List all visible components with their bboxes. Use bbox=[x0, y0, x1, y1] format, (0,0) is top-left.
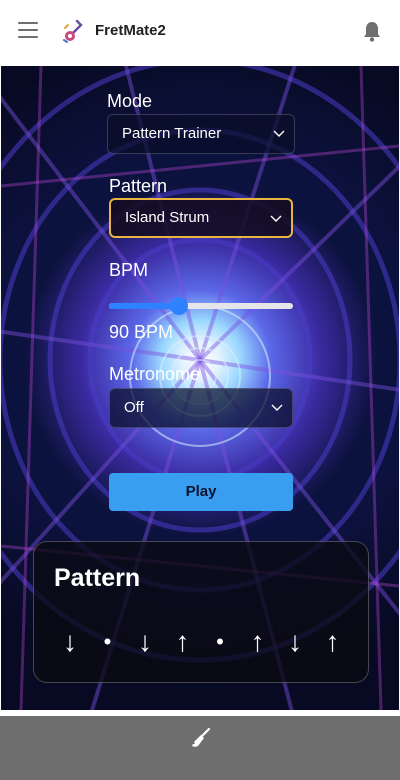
bpm-slider-fill bbox=[109, 303, 179, 309]
mode-select[interactable]: Pattern Trainer bbox=[107, 114, 295, 154]
bpm-slider-thumb[interactable] bbox=[169, 297, 188, 315]
rest-dot: • bbox=[103, 629, 112, 654]
bpm-slider[interactable] bbox=[109, 296, 293, 316]
metronome-select-value: Off bbox=[124, 399, 144, 416]
trainer-stage: Mode Pattern Trainer Pattern Island Stru… bbox=[1, 66, 399, 710]
pattern-card-title: Pattern bbox=[54, 564, 141, 592]
broom-icon[interactable] bbox=[189, 726, 213, 750]
app-title: FretMate2 bbox=[95, 22, 166, 39]
down-stroke: ↓ bbox=[63, 626, 77, 657]
down-stroke: ↓ bbox=[138, 626, 152, 657]
down-stroke: ↓ bbox=[288, 626, 302, 657]
metronome-label: Metronome bbox=[109, 364, 201, 384]
bpm-label: BPM bbox=[109, 260, 149, 280]
mode-select-value: Pattern Trainer bbox=[122, 125, 222, 142]
mode-label: Mode bbox=[107, 91, 153, 111]
pattern-label: Pattern bbox=[109, 176, 168, 196]
up-stroke: ↑ bbox=[175, 626, 190, 657]
metronome-select[interactable]: Off bbox=[109, 388, 293, 428]
pattern-card: Pattern ↓ • ↓ ↑ • ↑ ↓ ↑ bbox=[33, 541, 369, 683]
pattern-select-value: Island Strum bbox=[125, 209, 210, 226]
chevron-down-icon bbox=[273, 130, 285, 137]
chevron-down-icon bbox=[270, 215, 282, 222]
bpm-readout: 90 BPM bbox=[109, 322, 174, 342]
bottom-bar bbox=[0, 716, 400, 780]
up-stroke: ↑ bbox=[325, 626, 340, 657]
guitar-logo-icon bbox=[63, 19, 83, 43]
up-stroke: ↑ bbox=[250, 626, 265, 657]
chevron-down-icon bbox=[271, 404, 283, 411]
strum-pattern: ↓ • ↓ ↑ • ↑ ↓ ↑ bbox=[58, 622, 348, 662]
bell-icon[interactable] bbox=[362, 20, 382, 42]
pattern-select[interactable]: Island Strum bbox=[109, 198, 293, 238]
app-bar: FretMate2 bbox=[0, 0, 400, 64]
rest-dot: • bbox=[216, 629, 224, 654]
menu-icon[interactable] bbox=[18, 22, 38, 40]
play-button[interactable]: Play bbox=[109, 473, 293, 511]
